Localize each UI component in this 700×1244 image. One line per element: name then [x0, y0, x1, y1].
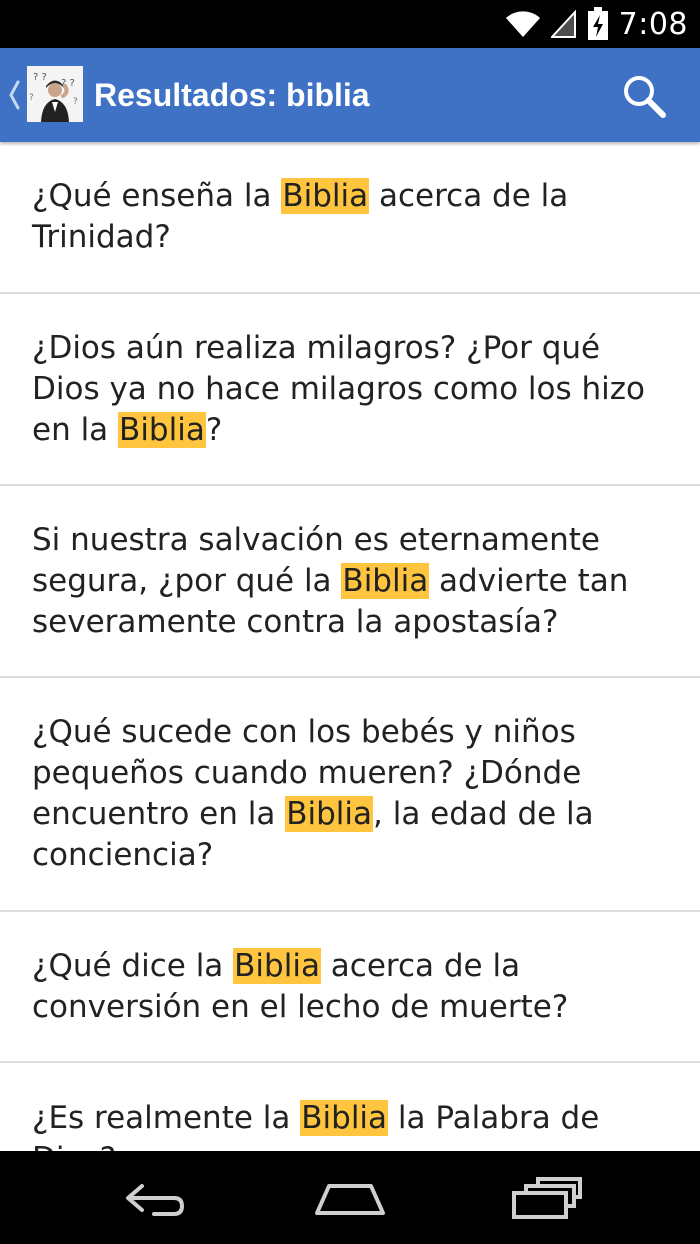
result-text: ¿Qué enseña la Biblia acerca de la Trini…: [32, 178, 569, 255]
status-bar: 7:08: [0, 0, 700, 48]
status-icons: 7:08: [505, 0, 688, 48]
search-results-list: ¿Qué enseña la Biblia acerca de la Trini…: [0, 142, 700, 1151]
result-item[interactable]: ¿Qué enseña la Biblia acerca de la Trini…: [0, 142, 700, 294]
recent-apps-icon[interactable]: [510, 1173, 584, 1223]
svg-text:?: ?: [29, 93, 34, 103]
navigation-bar: [0, 1151, 700, 1244]
match-highlight: Biblia: [341, 562, 430, 599]
search-icon: [624, 76, 666, 118]
match-highlight: Biblia: [118, 411, 206, 448]
wifi-icon: [505, 11, 540, 37]
result-text: ¿Es realmente la Biblia la Palabra de Di…: [32, 1100, 600, 1151]
result-item[interactable]: ¿Es realmente la Biblia la Palabra de Di…: [0, 1063, 700, 1151]
action-bar: ? ? ? ? ? ? Resultados: biblia: [0, 48, 700, 142]
result-item[interactable]: ¿Dios aún realiza milagros? ¿Por qué Dio…: [0, 294, 700, 486]
match-highlight: Biblia: [285, 796, 373, 832]
search-button[interactable]: [612, 66, 676, 126]
result-item[interactable]: ¿Qué dice la Biblia acerca de la convers…: [0, 912, 700, 1063]
svg-text:? ?: ? ?: [33, 72, 47, 83]
result-text: ¿Dios aún realiza milagros? ¿Por qué Dio…: [32, 329, 645, 448]
match-highlight: Biblia: [281, 178, 370, 214]
match-highlight: Biblia: [233, 947, 321, 984]
result-text: ¿Qué sucede con los bebés y niños pequeñ…: [32, 714, 594, 873]
status-time: 7:08: [618, 6, 688, 42]
up-chevron-icon[interactable]: [6, 78, 22, 112]
result-item[interactable]: ¿Qué sucede con los bebés y niños pequeñ…: [0, 678, 700, 912]
match-highlight: Biblia: [300, 1100, 389, 1136]
battery-charging-icon: [587, 7, 608, 40]
cell-signal-icon: [550, 10, 576, 38]
result-text: ¿Qué dice la Biblia acerca de la convers…: [32, 947, 569, 1025]
result-text: Si nuestra salvación es eternamente segu…: [32, 521, 629, 640]
result-item[interactable]: Si nuestra salvación es eternamente segu…: [0, 486, 700, 678]
svg-text:?: ?: [73, 97, 78, 107]
app-logo-icon[interactable]: ? ? ? ? ? ?: [27, 66, 83, 122]
action-bar-title: Resultados: biblia: [94, 77, 370, 113]
home-icon[interactable]: [312, 1173, 388, 1223]
back-icon[interactable]: [120, 1173, 190, 1223]
